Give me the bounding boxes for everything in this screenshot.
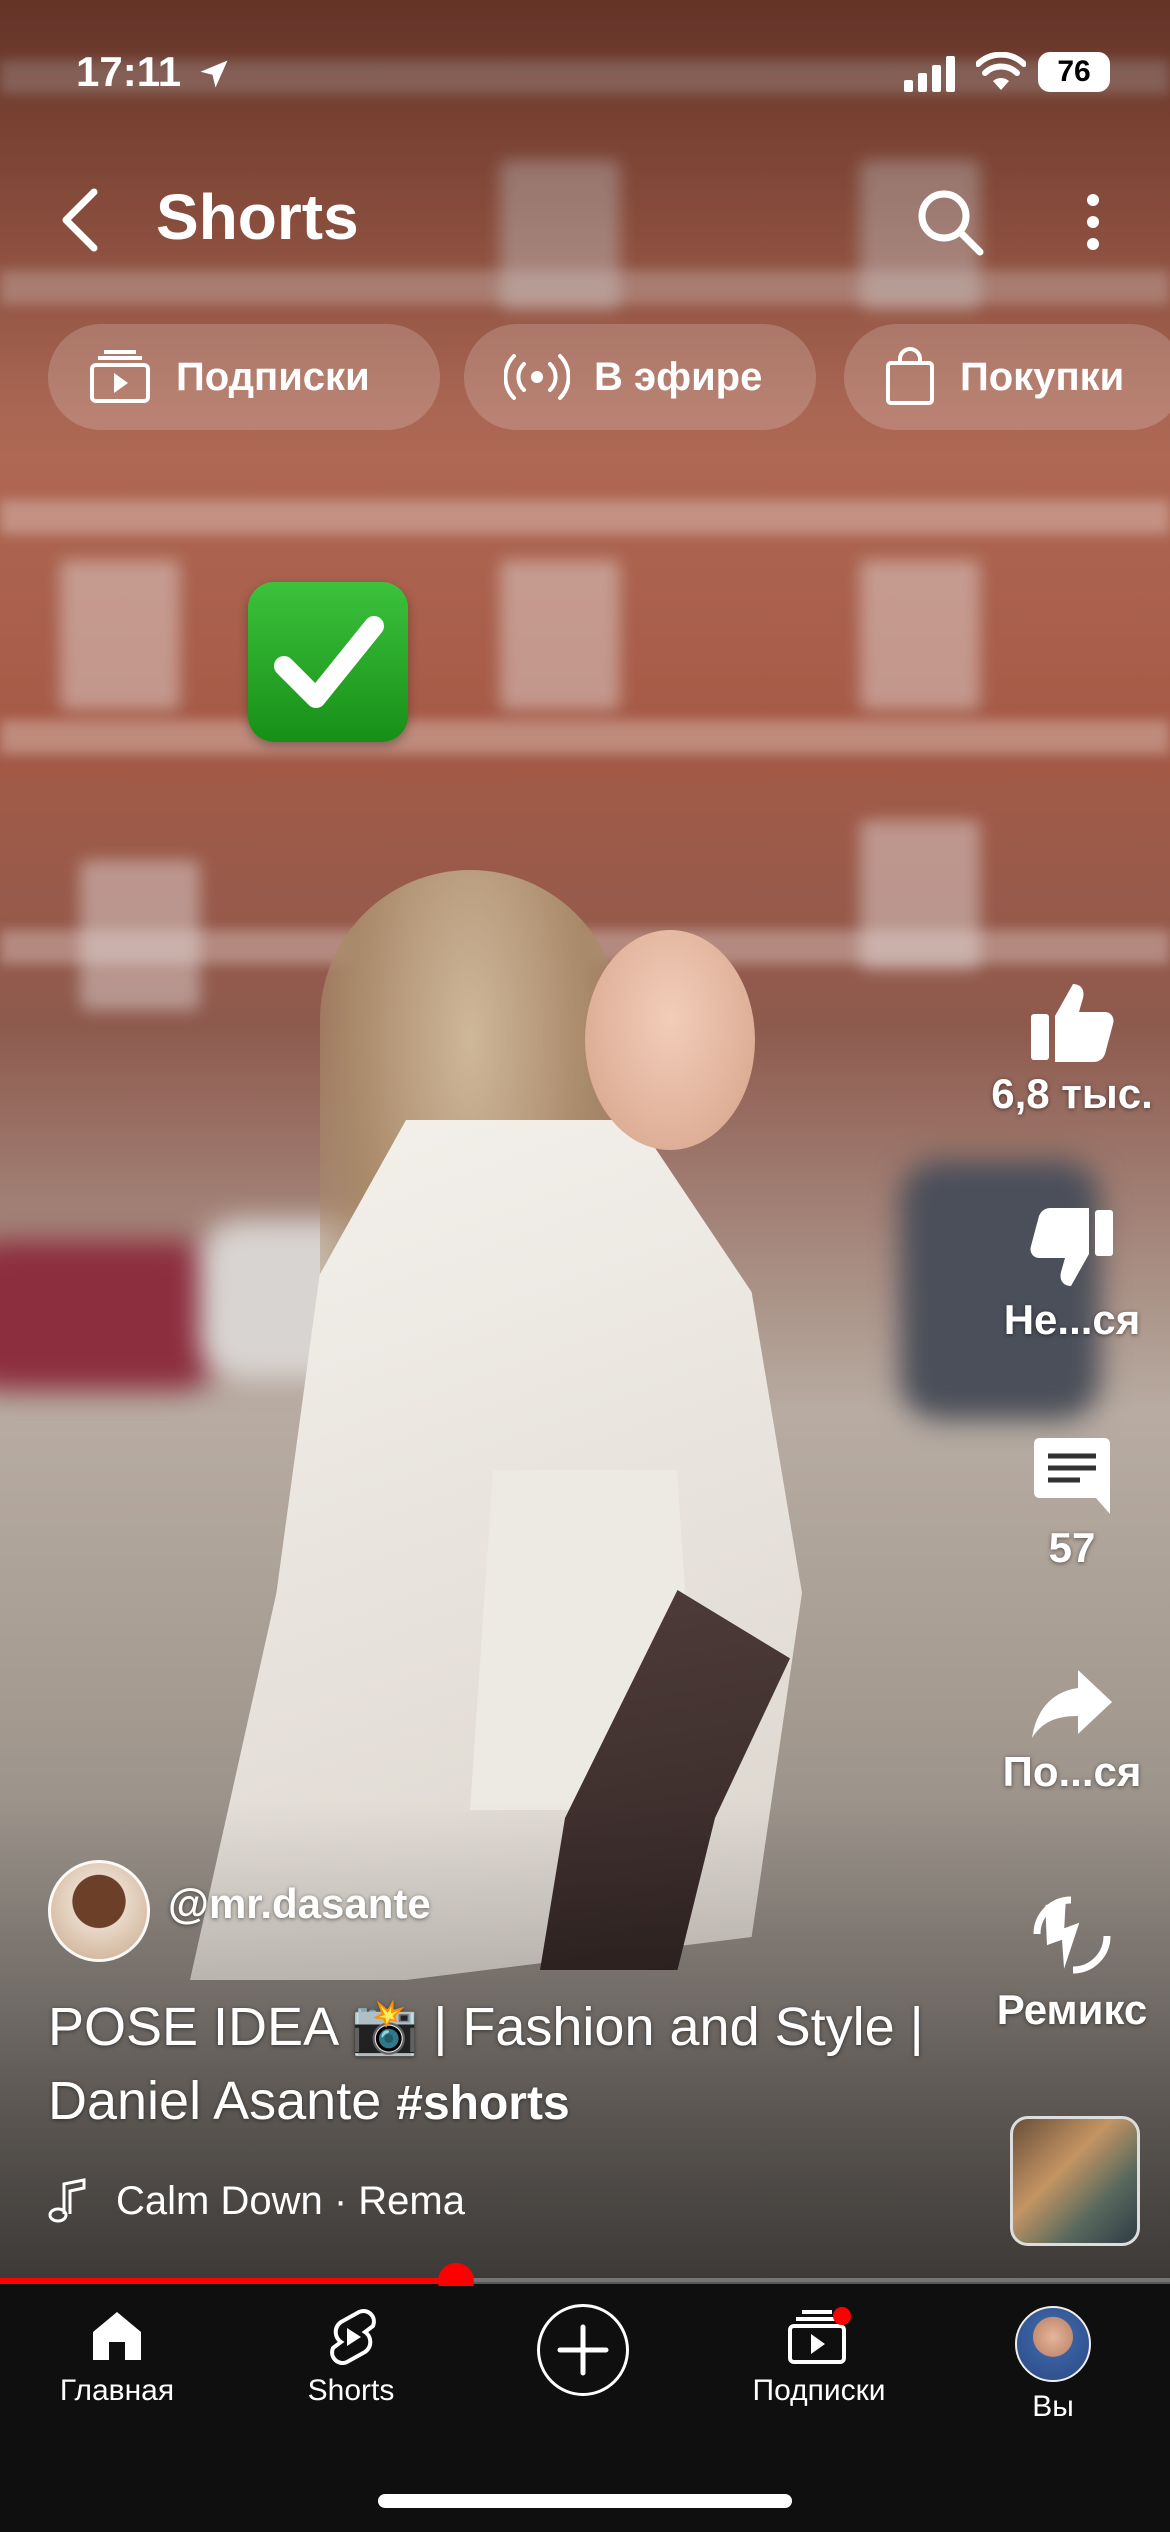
building-window (80, 860, 200, 1010)
more-options-icon[interactable] (1070, 184, 1116, 260)
chip-live[interactable]: В эфире (464, 324, 816, 430)
chip-label: Покупки (960, 354, 1125, 399)
video-title[interactable]: POSE IDEA 📸 | Fashion and Style | Daniel… (48, 1990, 988, 2141)
user-avatar (1015, 2306, 1091, 2382)
nav-you-label: Вы (1032, 2390, 1074, 2423)
music-title: Calm Down · Rema (116, 2178, 465, 2223)
back-arrow-icon[interactable] (52, 180, 112, 260)
wifi-icon (976, 52, 1026, 90)
remix-thumbnail[interactable] (1010, 2116, 1140, 2246)
dislike-label: Не...ся (1003, 1296, 1141, 1343)
share-label: По...ся (1002, 1748, 1142, 1795)
subject-face (585, 930, 755, 1150)
share-button[interactable]: По...ся (962, 1666, 1170, 1796)
battery-indicator: 76 (1038, 52, 1110, 92)
search-icon[interactable] (912, 184, 988, 260)
plus-icon (557, 2324, 609, 2376)
hashtag-link[interactable]: #shorts (396, 2077, 569, 2130)
progress-fill (0, 2278, 457, 2284)
building-window (500, 560, 620, 710)
status-time: 17:11 (76, 48, 182, 95)
building-window (860, 560, 980, 710)
remix-button[interactable]: Ремикс (962, 1890, 1170, 2034)
page-title: Shorts (156, 181, 359, 253)
nav-you[interactable]: Вы (936, 2306, 1170, 2424)
like-count: 6,8 тыс. (991, 1070, 1153, 1117)
remix-icon (1033, 1896, 1111, 1974)
subscriptions-icon (788, 2307, 851, 2364)
chip-label: В эфире (594, 354, 763, 399)
comment-icon (1034, 1438, 1110, 1514)
thumbs-down-icon (1030, 1208, 1113, 1286)
nav-subscriptions[interactable]: Подписки (702, 2306, 936, 2408)
dislike-button[interactable]: Не...ся (962, 1206, 1170, 1344)
chip-label: Подписки (176, 354, 370, 399)
thumbs-up-icon (1031, 984, 1114, 1062)
nav-shorts-label: Shorts (307, 2374, 395, 2407)
home-icon (93, 2312, 141, 2360)
music-row[interactable]: Calm Down · Rema (48, 2178, 465, 2224)
music-note-icon (48, 2178, 88, 2224)
comments-button[interactable]: 57 (962, 1434, 1170, 1572)
like-button[interactable]: 6,8 тыс. (962, 980, 1170, 1118)
remix-label: Ремикс (996, 1986, 1148, 2033)
nav-shorts[interactable]: Shorts (234, 2306, 468, 2408)
shorts-icon (330, 2309, 376, 2365)
share-icon (1032, 1670, 1112, 1738)
comment-count: 57 (1048, 1524, 1096, 1571)
building-detail (0, 720, 1170, 754)
nav-home-label: Главная (59, 2374, 175, 2407)
nav-home[interactable]: Главная (0, 2306, 234, 2408)
create-button[interactable] (537, 2304, 629, 2396)
shopping-bag-icon (884, 347, 936, 407)
building-detail (0, 500, 1170, 534)
channel-avatar[interactable] (48, 1860, 150, 1962)
nav-subscriptions-label: Подписки (752, 2374, 886, 2407)
building-window (860, 820, 980, 970)
check-mark-button-icon (248, 582, 408, 742)
video-progress-bar[interactable] (0, 2263, 1170, 2299)
status-bar: 17:11 76 (0, 0, 1170, 140)
chip-shopping[interactable]: Покупки (844, 324, 1170, 430)
notification-dot (833, 2307, 851, 2325)
channel-name[interactable]: @mr.dasante (168, 1880, 431, 1928)
building-window (60, 560, 180, 710)
background-car (0, 1240, 220, 1390)
cellular-signal-icon (904, 56, 955, 92)
live-icon (504, 352, 570, 402)
subscriptions-icon (88, 349, 152, 405)
location-arrow-icon (200, 60, 228, 88)
chip-subscriptions[interactable]: Подписки (48, 324, 440, 430)
home-indicator[interactable] (378, 2494, 792, 2508)
